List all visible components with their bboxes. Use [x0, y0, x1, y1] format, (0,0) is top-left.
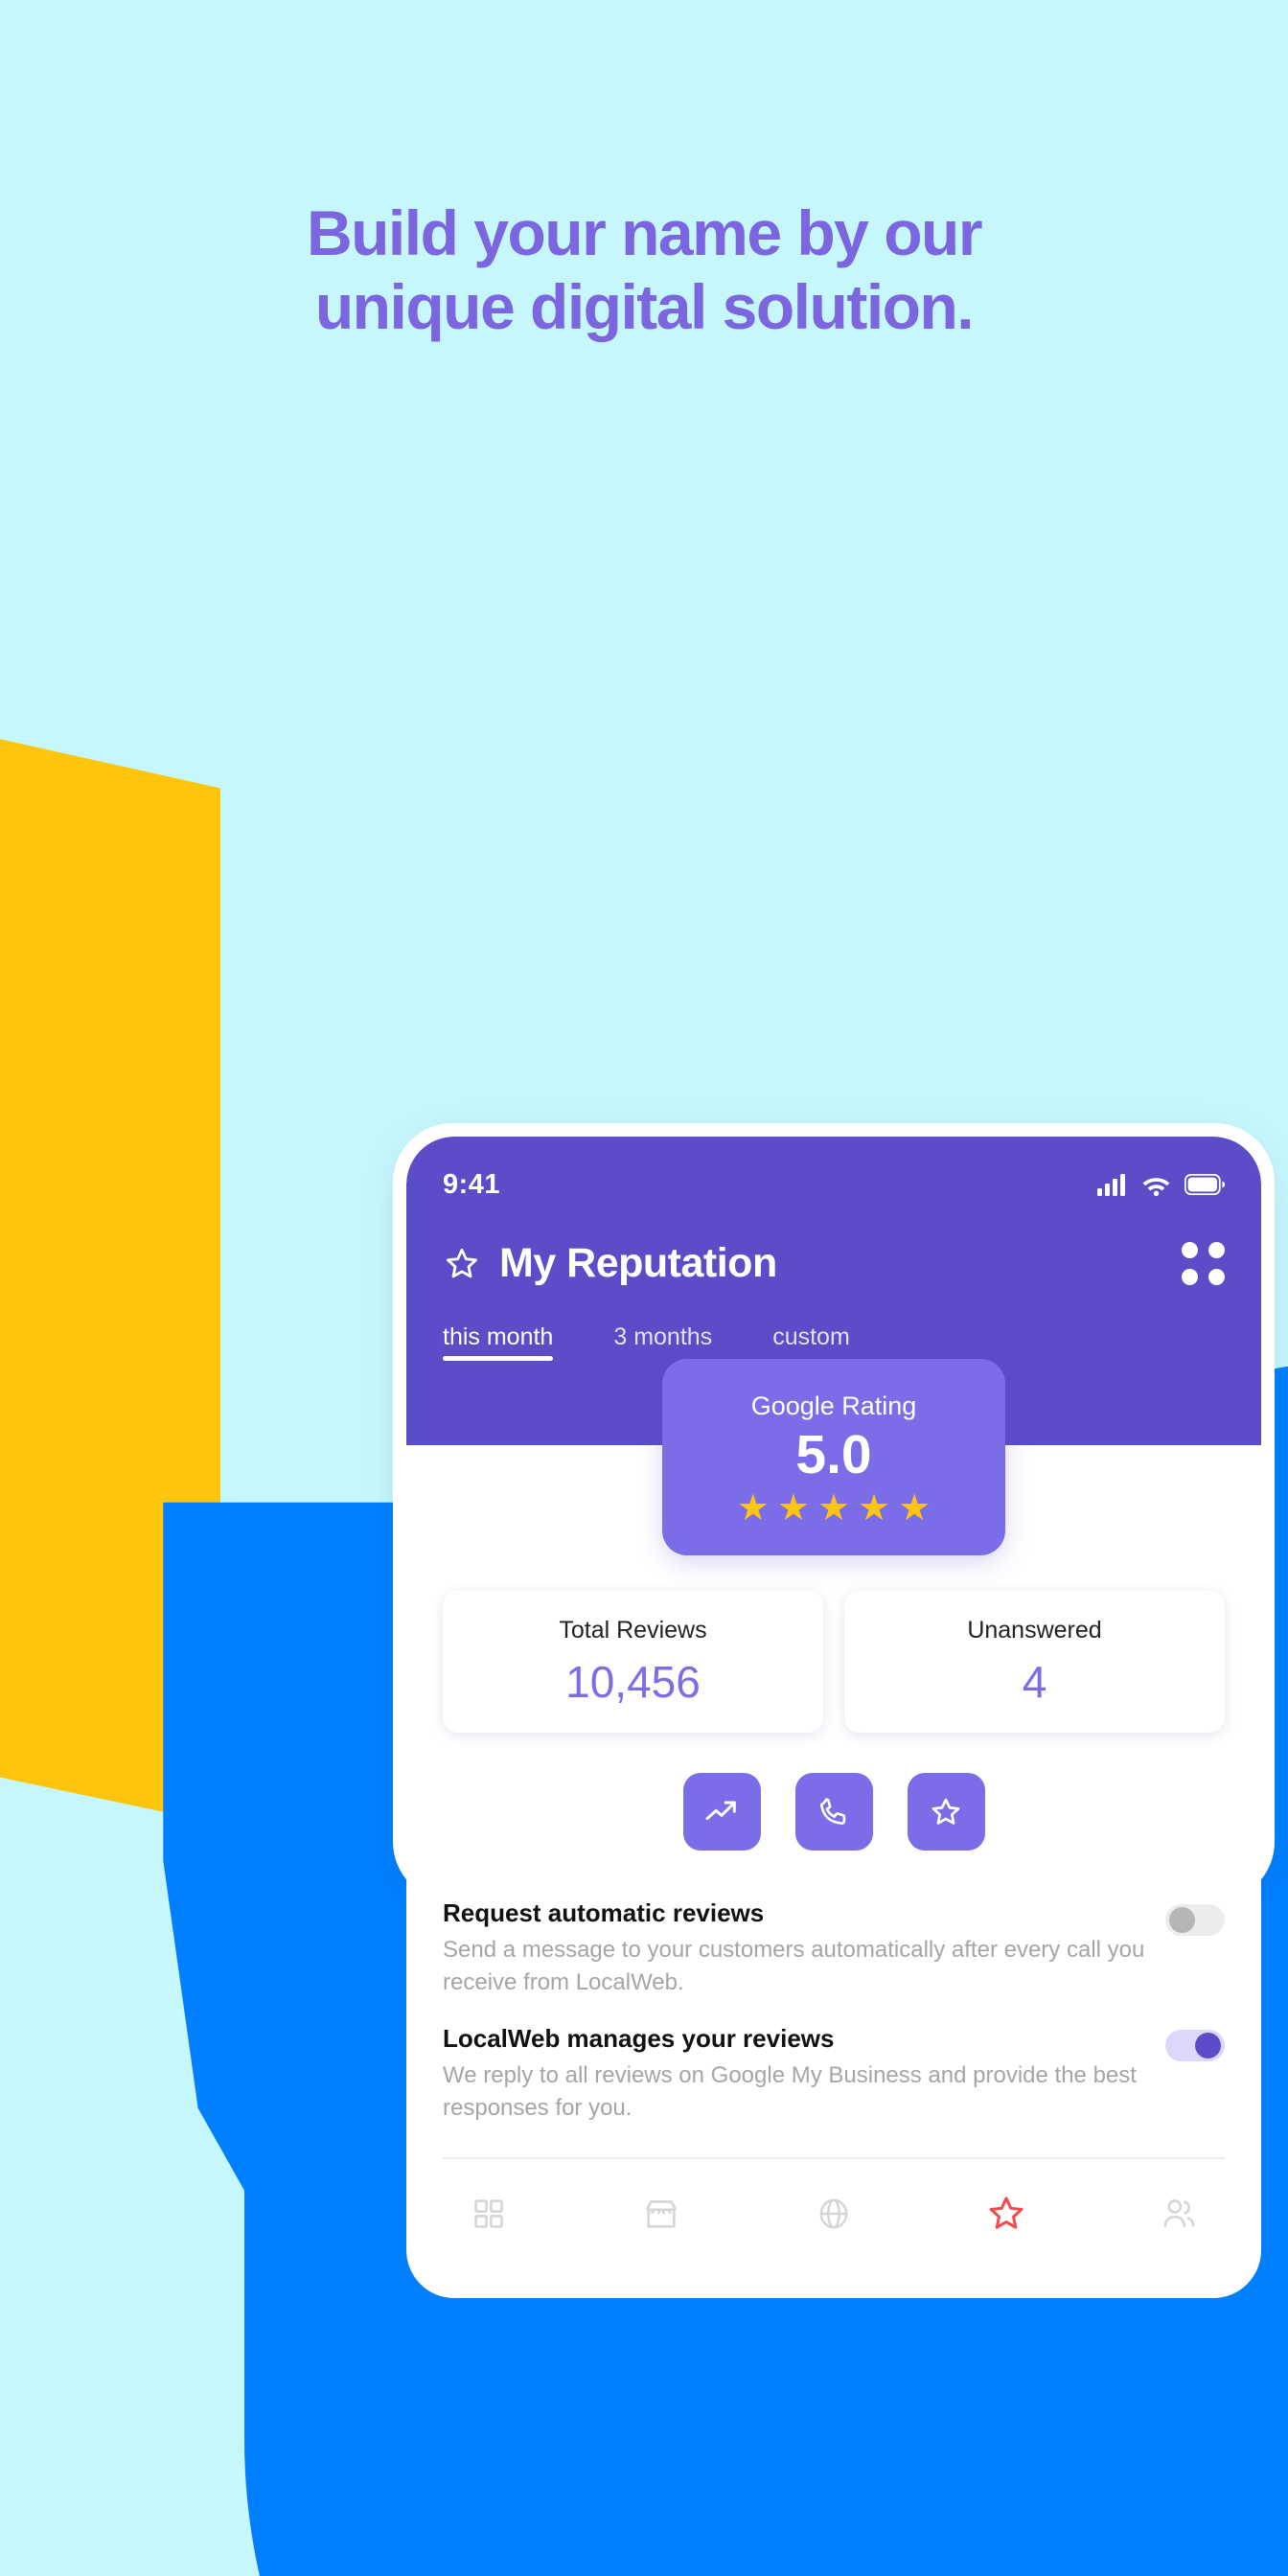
trending-up-icon [705, 1801, 736, 1820]
cellular-signal-icon [1097, 1173, 1125, 1196]
status-bar: 9:41 [443, 1163, 1225, 1206]
setting-description: We reply to all reviews on Google My Bus… [443, 2062, 1137, 2122]
nav-contacts[interactable] [1148, 2194, 1209, 2234]
star-filled-2: ★ [776, 1487, 810, 1529]
reviews-action[interactable] [907, 1773, 985, 1851]
quick-actions [443, 1773, 1225, 1851]
star-outline-icon [989, 2196, 1024, 2229]
rating-value: 5.0 [795, 1424, 872, 1486]
nav-store[interactable] [631, 2194, 692, 2234]
star-filled-3: ★ [816, 1487, 851, 1529]
grid-dots-menu-icon[interactable] [1182, 1242, 1225, 1285]
star-outline-icon [447, 1248, 477, 1277]
people-icon [1163, 2199, 1195, 2228]
analytics-action[interactable] [682, 1773, 761, 1851]
grid-squares-icon [474, 2199, 503, 2229]
rating-stars: ★ ★ ★ ★ ★ [737, 1490, 931, 1527]
setting-texts: LocalWeb manages your reviews We reply t… [443, 2024, 1165, 2125]
storefront-icon [645, 2200, 678, 2228]
globe-icon [819, 2198, 848, 2229]
promo-screenshot: Build your name by our unique digital so… [0, 0, 1288, 2576]
stat-value: 4 [1022, 1656, 1047, 1707]
app-title: My Reputation [499, 1240, 777, 1286]
setting-texts: Request automatic reviews Send a message… [443, 1898, 1165, 1999]
toggle-localweb-manages-reviews[interactable] [1165, 2030, 1225, 2062]
call-action[interactable] [794, 1773, 873, 1851]
setting-title: Request automatic reviews [443, 1898, 765, 1927]
status-time: 9:41 [443, 1168, 501, 1200]
app-body: Google Rating 5.0 ★ ★ ★ ★ ★ Total Review… [406, 1359, 1261, 2229]
stat-label: Total Reviews [559, 1616, 707, 1644]
tab-custom[interactable]: custom [772, 1323, 850, 1361]
star-filled-5: ★ [898, 1487, 932, 1529]
wifi-icon [1142, 1177, 1170, 1196]
stat-card-total-reviews[interactable]: Total Reviews 10,456 [443, 1591, 823, 1733]
period-tabs: this month 3 months custom [443, 1323, 1225, 1361]
nav-dashboard[interactable] [458, 2194, 519, 2234]
stat-value: 10,456 [565, 1656, 701, 1707]
bottom-nav [443, 2159, 1225, 2234]
status-icons [1097, 1173, 1225, 1196]
star-filled-1: ★ [736, 1487, 770, 1529]
setting-row-request-automatic-reviews: Request automatic reviews Send a message… [443, 1891, 1225, 2016]
settings-list: Request automatic reviews Send a message… [443, 1891, 1225, 2142]
battery-icon [1184, 1174, 1225, 1195]
app-title-row: My Reputation [443, 1240, 1225, 1287]
page-title: Build your name by our unique digital so… [0, 196, 1288, 343]
nav-web[interactable] [803, 2194, 864, 2234]
setting-description: Send a message to your customers automat… [443, 1937, 1145, 1996]
stat-label: Unanswered [967, 1616, 1102, 1644]
phone-mockup: 9:41 My Reputation this month 3 months c… [196, 562, 1275, 2298]
stat-card-unanswered[interactable]: Unanswered 4 [844, 1591, 1225, 1733]
tab-3-months[interactable]: 3 months [613, 1323, 712, 1361]
setting-title: LocalWeb manages your reviews [443, 2024, 835, 2054]
headline-line-1: Build your name by our [306, 197, 983, 268]
phone-frame: 9:41 My Reputation this month 3 months c… [393, 1123, 1275, 2298]
setting-row-localweb-manages-reviews: LocalWeb manages your reviews We reply t… [443, 2016, 1225, 2142]
star-outline-icon [932, 1798, 960, 1825]
toggle-request-automatic-reviews[interactable] [1165, 1904, 1225, 1936]
nav-reputation[interactable] [976, 2194, 1037, 2234]
star-filled-4: ★ [858, 1487, 891, 1529]
rating-label: Google Rating [750, 1392, 917, 1421]
phone-icon [819, 1797, 846, 1825]
phone-screen: 9:41 My Reputation this month 3 months c… [406, 1137, 1261, 2298]
tab-this-month[interactable]: this month [443, 1323, 554, 1361]
google-rating-card[interactable]: Google Rating 5.0 ★ ★ ★ ★ ★ [662, 1359, 1005, 1555]
headline-line-2: unique digital solution. [314, 270, 975, 342]
